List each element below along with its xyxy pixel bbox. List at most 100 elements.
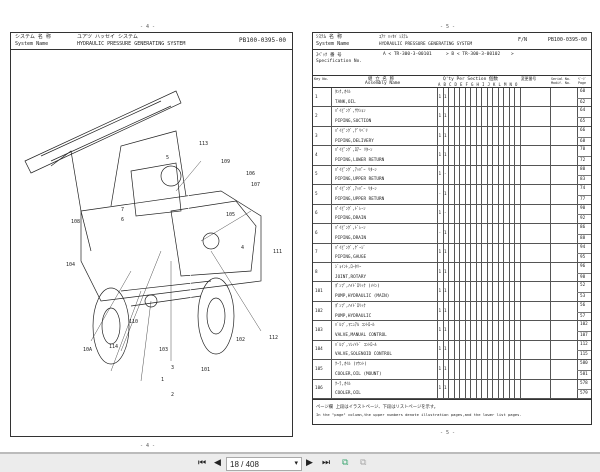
key-number: 104 [315,347,323,353]
qty-a: 1 [438,386,442,392]
doc-number: PB100-0395-00 [239,37,286,44]
callout-label: 102 [236,337,245,343]
assembly-name-en: PIPING,UPPER RETURN [335,196,385,202]
previous-page-button[interactable]: ◀ [214,458,221,468]
qty-a: 1 [438,347,442,353]
assembly-name-jp: ﾊﾟｲﾋﾟﾝｸﾞ,ﾄﾞﾚｰﾝ [335,226,366,232]
page-list: 579 [580,391,588,397]
qty-b: 1 [444,153,447,159]
callout-label: 106 [246,171,255,177]
left-page: システム 名 称 System Name ユアツ ハッセイ システム HYDRA… [10,32,293,437]
qty-b: 1 [444,386,447,392]
qty-column-letter: J [487,82,490,87]
next-page-button[interactable]: ▶ [306,458,313,468]
assembly-name-en: PUMP,HYDRAULIC [335,313,372,319]
page-illustration: 102 [580,322,588,328]
callout-label: 7 [121,207,124,213]
qty-b: - [444,211,447,217]
key-number: 3 [315,133,318,139]
page-selector[interactable]: 18 / 408 ▾ [226,457,302,471]
assembly-name-jp: ｸｰﾗ,ｵｲﾙ (ﾏｳﾝﾄ) [335,362,367,368]
single-page-view-icon[interactable]: ⧉ [342,458,348,468]
two-page-view-icon[interactable]: ⧉ [360,458,366,468]
page-list: 98 [580,274,586,280]
page-divider [577,272,591,274]
page-illustration: 90 [580,205,586,211]
last-page-button[interactable]: ⏭ [322,458,330,468]
page-illustration: 112 [580,341,588,347]
qty-b: 1 [444,250,447,256]
page-divider [577,292,591,294]
table-row: 6 ﾊﾟｲﾋﾟﾝｸﾞ,ﾄﾞﾚｰﾝ PIPING,DRAIN 1- 90 92 [313,205,591,225]
assembly-name-jp: ｼﾞｮｲﾝﾄ,ﾛｰﾀﾘｰ [335,264,362,270]
callout-label: 110 [129,319,138,325]
qty-column-letter: B [443,82,446,87]
table-row: 103 ﾊﾞﾙﾌﾞ,ﾏﾆｭｱﾙ ｺﾝﾄﾛｰﾙ VALVE,MANUAL CONTRO… [313,321,591,341]
page-divider [577,311,591,313]
table-row: 5 ﾊﾟｲﾋﾟﾝｸﾞ,ｱｯﾊﾟｰ ﾘﾀｰﾝ PIPING,UPPER RETURN -… [313,185,591,205]
callout-label: 111 [273,249,282,255]
qty-a: 1 [438,211,442,217]
table-row: 4 ﾊﾟｲﾋﾟﾝｸﾞ,ﾛｱｰ ﾘﾀｰﾝ PIPING,LOWER RETURN 1 1 7… [313,146,591,166]
callout-label: 5 [166,155,169,161]
bottom-marker: - 4 - [140,443,156,449]
table-row: 106 ｸｰﾗ,ｵｲﾙ COOLER,OIL 1 1 578 579 [313,380,591,399]
qty-column-letter: L [498,82,501,87]
page-divider [577,156,591,158]
callout-label: 105 [226,212,235,218]
callout-label: 1 [161,377,164,383]
callout-label: 112 [269,335,278,341]
assembly-name-en: VALVE,SOLENOID CONTROL [335,352,392,358]
assembly-name-jp: ﾊﾟｲﾋﾟﾝｸﾞ,ｱｯﾊﾟｰ ﾘﾀｰﾝ [335,167,377,173]
qty-b: 1 [444,308,447,314]
spec-label-jp: ｽﾍﾟｯｸ 番 号 [316,53,342,58]
col-change: 変更番号 [521,76,537,81]
col-serial: Serial No. Modif. No. [551,77,571,85]
page-divider [577,97,591,99]
assembly-name-jp: ﾀﾝｸ,ｵｲﾙ [335,90,351,95]
assembly-name-en: VALVE,MANUAL CONTROL [335,332,387,338]
page-illustration: 80 [580,166,586,172]
assembly-name-en: PIPING,LOWER RETURN [335,158,385,164]
page-divider [577,350,591,352]
right-header: ｼｽﾃﾑ 名 称 System Name ﾕｱﾂ ﾊｯｾｲ ｼｽﾃﾑ HYDRA… [313,33,591,50]
spec-section: ｽﾍﾟｯｸ 番 号 Specification No. A < TR-300-3… [313,50,591,76]
page-divider [577,117,591,119]
callout-label: 101 [201,367,210,373]
bottom-marker: - 5 - [440,430,456,436]
page-illustration: 96 [580,263,586,269]
assembly-name-jp: ﾊﾟｲﾋﾟﾝｸﾞ,ｱｯﾊﾟｰ ﾘﾀｰﾝ [335,187,377,193]
system-label-en: System Name [15,41,49,47]
callout-label: 3 [171,365,174,371]
page-list: 68 [580,138,586,144]
qty-a: 1 [438,114,442,120]
page-illustration: 60 [580,89,586,94]
assembly-name-jp: ﾊﾟｲﾋﾟﾝｸﾞ,ﾃﾞﾘﾍﾞﾘ [335,128,368,134]
page-divider [577,233,591,235]
table-row: 5 ﾊﾟｲﾋﾟﾝｸﾞ,ｱｯﾊﾟｰ ﾘﾀｰﾝ PIPING,UPPER RETURN 1… [313,166,591,186]
page-illustration: 86 [580,225,586,231]
assembly-name-en: PIPING,SUCTION [335,119,372,125]
key-number: 1 [315,94,318,100]
qty-column-letter: H [476,82,479,87]
system-name-jp: ﾕｱﾂ ﾊｯｾｲ ｼｽﾃﾑ [379,35,408,40]
first-page-button[interactable]: ⏮ [198,458,206,468]
key-number: 4 [315,153,318,159]
key-number: 2 [315,114,318,120]
callout-label: 103 [159,347,168,353]
col-assembly-en: Assembly Name [365,81,401,86]
callout-label: 113 [199,141,208,147]
qty-a: 1 [438,172,442,178]
system-name-en: HYDRAULIC PRESSURE GENERATING SYSTEM [77,41,186,47]
qty-b: 1 [444,191,447,197]
callout-label: 4 [241,245,244,251]
qty-a: 1 [438,366,442,372]
spec-b: > B < TR-300-3-00102 [446,52,501,57]
page-list: 581 [580,371,588,377]
note-jp: ページ欄 上段はイラストページ、下段はリストページを示す。 [316,405,438,410]
qty-a: 1 [438,133,442,139]
qty-a: 1 [438,94,442,100]
page-list: 72 [580,158,586,164]
assembly-name-jp: ｸｰﾗ,ｵｲﾙ [335,381,351,387]
callout-label: 10A [83,347,92,353]
